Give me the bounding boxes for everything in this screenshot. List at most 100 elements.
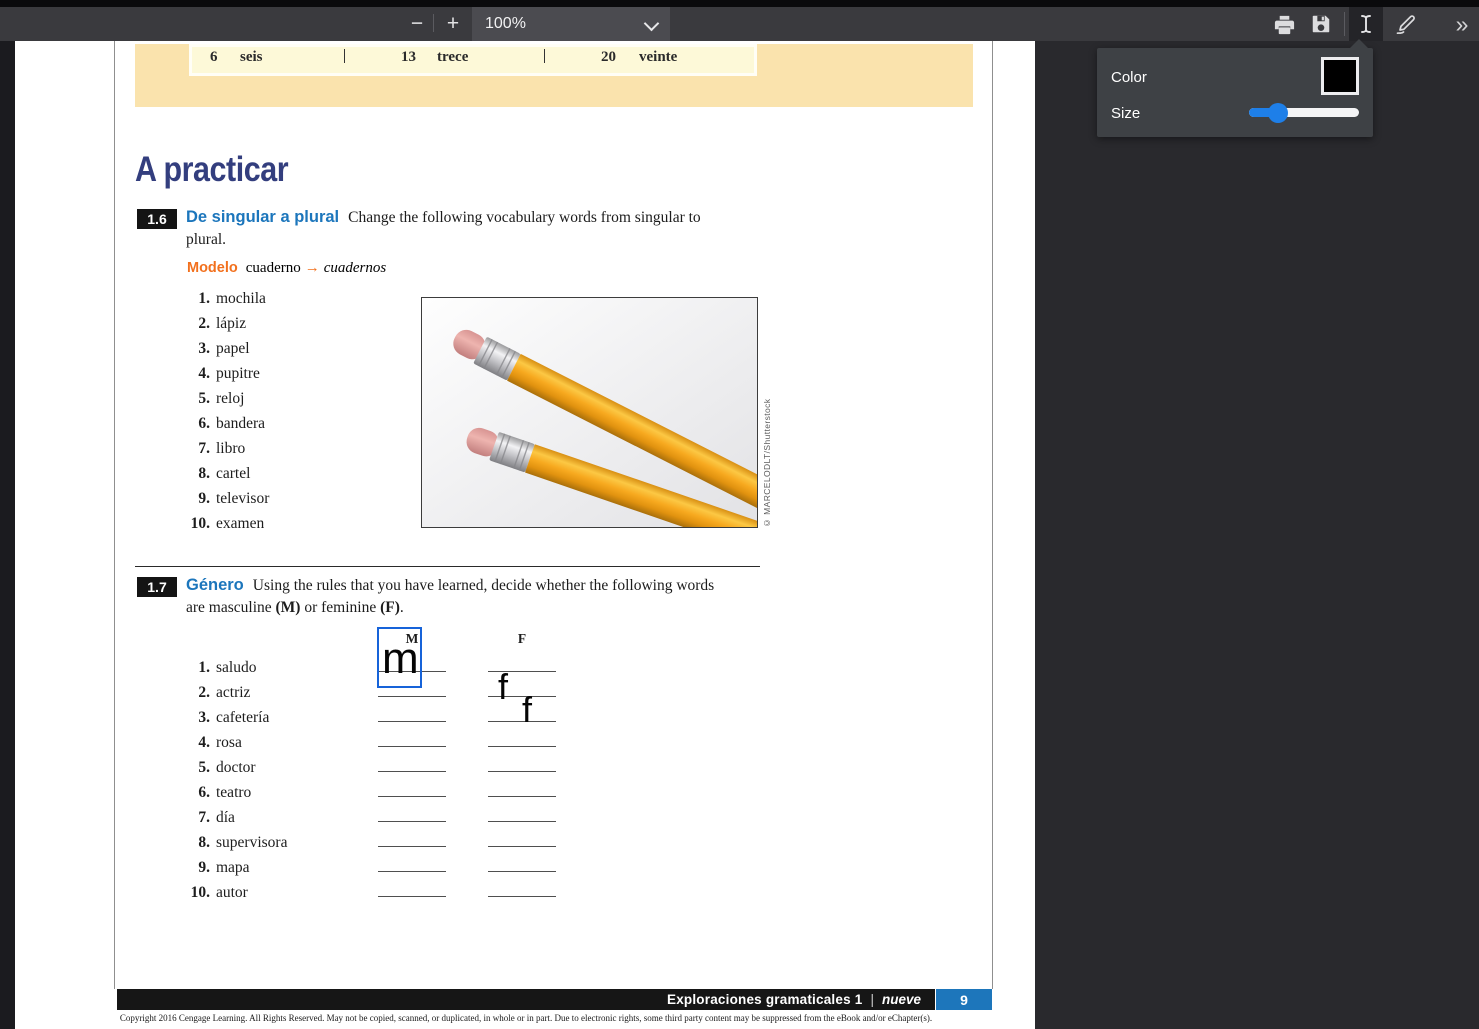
exercise-instructions: Using the rules that you have learned, d…	[253, 577, 714, 594]
list-item: 5.reloj	[160, 386, 269, 411]
color-swatch[interactable]	[1321, 57, 1359, 95]
footer-book-title: Exploraciones gramaticales 1	[667, 992, 862, 1007]
feminine-abbrev: (F)	[380, 599, 400, 616]
copyright-notice: Copyright 2016 Cengage Learning. All Rig…	[117, 1013, 935, 1023]
list-item: 8.supervisora	[160, 830, 287, 855]
table-word: veinte	[639, 49, 677, 66]
size-slider-thumb[interactable]	[1268, 103, 1288, 123]
answer-blank	[488, 747, 556, 772]
numbers-table: 6 seis 13 trece 20 veinte	[189, 44, 757, 76]
exercise-17-heading: Género Using the rules that you have lear…	[186, 574, 764, 619]
list-item: 3.cafetería	[160, 705, 287, 730]
text-annotation-tool-button[interactable]	[1349, 7, 1383, 41]
answer-blank	[378, 772, 446, 797]
list-item: 6.teatro	[160, 780, 287, 805]
list-item: 10.examen	[160, 511, 269, 536]
section-title: A practicar	[135, 150, 288, 190]
table-number: 20	[601, 49, 616, 66]
vocab-table-background: 6 seis 13 trece 20 veinte	[135, 44, 973, 107]
pencils-photo	[421, 297, 758, 528]
text-tool-options-panel: Color Size	[1097, 48, 1373, 137]
modelo-to: cuadernos	[324, 260, 387, 276]
panel-arrow	[1350, 39, 1368, 48]
table-column-divider	[344, 49, 345, 63]
annotation-letter-f[interactable]: f	[522, 692, 532, 728]
list-item: 1.saludo	[160, 655, 287, 680]
annotation-letter-f[interactable]: f	[498, 669, 508, 705]
toolbar-divider	[433, 14, 434, 32]
exercise-instructions-cont: are masculine (M) or feminine (F).	[186, 597, 764, 619]
list-item: 4.rosa	[160, 730, 287, 755]
more-tools-button[interactable]: »	[1446, 7, 1478, 41]
exercise-17-word-list: 1.saludo 2.actriz 3.cafetería 4.rosa 5.d…	[160, 655, 287, 905]
answer-blank	[488, 872, 556, 897]
masculine-abbrev: (M)	[276, 599, 301, 616]
list-item: 4.pupitre	[160, 361, 269, 386]
column-header-f: F	[488, 631, 556, 647]
viewer-left-strip	[0, 41, 15, 1029]
modelo-line: Modelo cuaderno→cuadernos	[187, 260, 386, 277]
table-column-divider	[544, 49, 545, 63]
list-item: 3.papel	[160, 336, 269, 361]
list-item: 9.televisor	[160, 486, 269, 511]
printer-icon	[1273, 13, 1296, 36]
annotation-letter-m[interactable]: m	[382, 637, 419, 681]
section-divider-line	[135, 566, 760, 567]
viewer-toolbar: − + 100% »	[0, 7, 1479, 41]
answer-blank	[378, 747, 446, 772]
answer-blank	[378, 722, 446, 747]
zoom-level-value: 100%	[472, 15, 526, 33]
size-label: Size	[1111, 105, 1140, 122]
window-top-strip	[0, 0, 1479, 7]
answer-blank	[488, 822, 556, 847]
exercise-instructions: Change the following vocabulary words fr…	[348, 209, 701, 226]
table-word: seis	[240, 49, 263, 66]
answer-blank	[378, 822, 446, 847]
size-slider[interactable]	[1249, 108, 1359, 117]
list-item: 6.bandera	[160, 411, 269, 436]
exercise-number-badge: 1.6	[137, 209, 177, 229]
zoom-in-button[interactable]: +	[438, 7, 468, 41]
list-item: 10.autor	[160, 880, 287, 905]
list-item: 9.mapa	[160, 855, 287, 880]
photo-credit: © MARCELODLT/Shutterstock	[762, 297, 775, 530]
page-footer-bar: Exploraciones gramaticales 1 | nueve	[117, 989, 935, 1010]
list-item: 8.cartel	[160, 461, 269, 486]
page-number-badge: 9	[936, 989, 992, 1010]
zoom-out-button[interactable]: −	[402, 7, 432, 41]
exercise-title: Género	[186, 576, 244, 594]
list-item: 7.libro	[160, 436, 269, 461]
exercise-16-heading: De singular a plural Change the following…	[186, 206, 764, 251]
draw-annotation-tool-button[interactable]	[1390, 7, 1422, 41]
list-item: 7.día	[160, 805, 287, 830]
zoom-level-dropdown[interactable]: 100%	[472, 7, 670, 41]
table-number: 13	[401, 49, 416, 66]
page-right-edge-line	[992, 41, 993, 989]
text-cursor-icon	[1354, 12, 1378, 36]
list-item: 1.mochila	[160, 286, 269, 311]
document-page: 6 seis 13 trece 20 veinte A practicar 1.…	[15, 41, 1035, 1029]
color-label: Color	[1111, 69, 1147, 86]
arrow-icon: →	[305, 260, 320, 276]
exercise-16-word-list: 1.mochila 2.lápiz 3.papel 4.pupitre 5.re…	[160, 286, 269, 536]
exercise-instructions-cont: plural.	[186, 229, 764, 251]
answer-blank	[378, 797, 446, 822]
pen-icon	[1394, 12, 1418, 36]
answer-blank	[488, 797, 556, 822]
save-icon	[1310, 13, 1332, 35]
print-button[interactable]	[1268, 7, 1300, 41]
exercise-title: De singular a plural	[186, 208, 339, 226]
footer-separator: |	[870, 992, 874, 1007]
list-item: 2.lápiz	[160, 311, 269, 336]
list-item: 2.actriz	[160, 680, 287, 705]
chevron-down-icon	[644, 16, 660, 32]
answer-blank	[488, 847, 556, 872]
page-left-edge-line	[114, 41, 115, 989]
answer-blank	[378, 697, 446, 722]
modelo-from: cuaderno	[246, 260, 301, 276]
table-word: trece	[437, 49, 468, 66]
list-item: 5.doctor	[160, 755, 287, 780]
save-button[interactable]	[1305, 7, 1337, 41]
answer-blank	[378, 847, 446, 872]
modelo-label: Modelo	[187, 260, 238, 276]
